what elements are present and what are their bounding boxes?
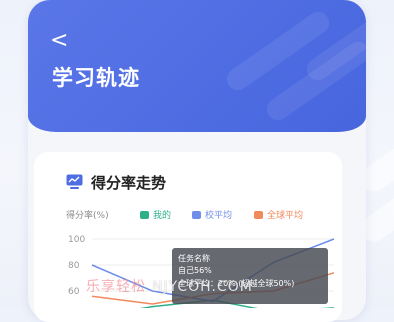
y-tick-label: 80	[68, 261, 80, 271]
legend-swatch-mine	[140, 211, 149, 219]
y-tick-label: 60	[68, 287, 80, 297]
y-tick-label: 100	[68, 235, 85, 245]
legend-label-mine: 我的	[153, 209, 171, 221]
score-trend-chart: 得分率(%) 我的 校平均 全球平均 100 80 60 任务名称 自己56% 全球…	[66, 209, 335, 308]
tooltip-line-self: 自己56%	[178, 265, 212, 275]
watermark-cn: 乐享轻松	[86, 279, 146, 295]
y-axis-label: 得分率(%)	[66, 209, 109, 221]
watermark-en: NJYCOH.COM	[152, 279, 253, 295]
legend-swatch-global	[254, 211, 263, 219]
legend-swatch-school	[192, 211, 201, 219]
tooltip-title: 任务名称	[178, 253, 210, 263]
legend: 我的 校平均 全球平均	[140, 209, 303, 221]
legend-label-school: 校平均	[205, 209, 232, 221]
legend-label-global: 全球平均	[267, 209, 303, 221]
watermark: 乐享轻松 NJYCOH.COM	[86, 276, 253, 296]
